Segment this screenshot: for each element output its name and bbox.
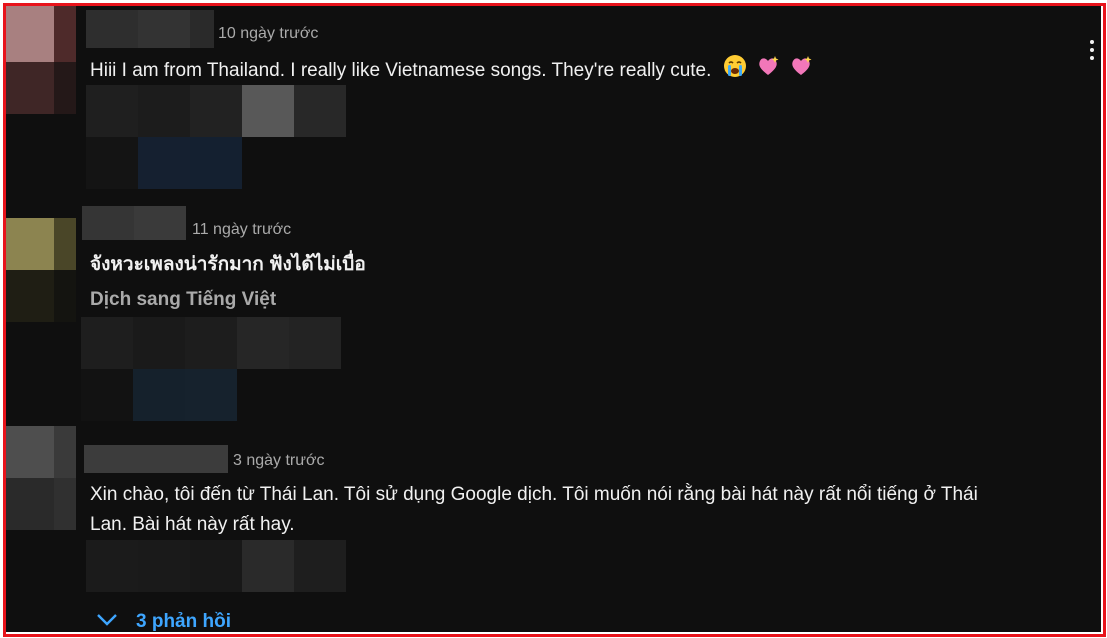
view-replies-button[interactable]: 3 phản hồi — [96, 611, 231, 632]
timestamp[interactable]: 11 ngày trước — [192, 221, 291, 239]
sparkling-heart-icon — [756, 54, 780, 88]
timestamp[interactable]: 10 ngày trước — [218, 25, 318, 43]
comment-text: Xin chào, tôi đến từ Thái Lan. Tôi sử dụ… — [90, 484, 978, 535]
comment-text: Hiii I am from Thailand. I really like V… — [90, 54, 813, 88]
translate-link[interactable]: Dịch sang Tiếng Việt — [90, 289, 276, 311]
sparkling-heart-icon — [789, 54, 813, 88]
crying-face-icon — [723, 54, 747, 88]
comments-panel: 10 ngày trước Hiii I am from Thailand. I… — [6, 6, 1101, 632]
replies-label: 3 phản hồi — [136, 611, 231, 632]
chevron-down-icon — [96, 611, 118, 632]
more-options-icon[interactable] — [1087, 40, 1097, 70]
comment-text: จังหวะเพลงน่ารักมาก ฟังได้ไม่เบื่อ — [90, 254, 366, 275]
timestamp[interactable]: 3 ngày trước — [233, 452, 324, 470]
